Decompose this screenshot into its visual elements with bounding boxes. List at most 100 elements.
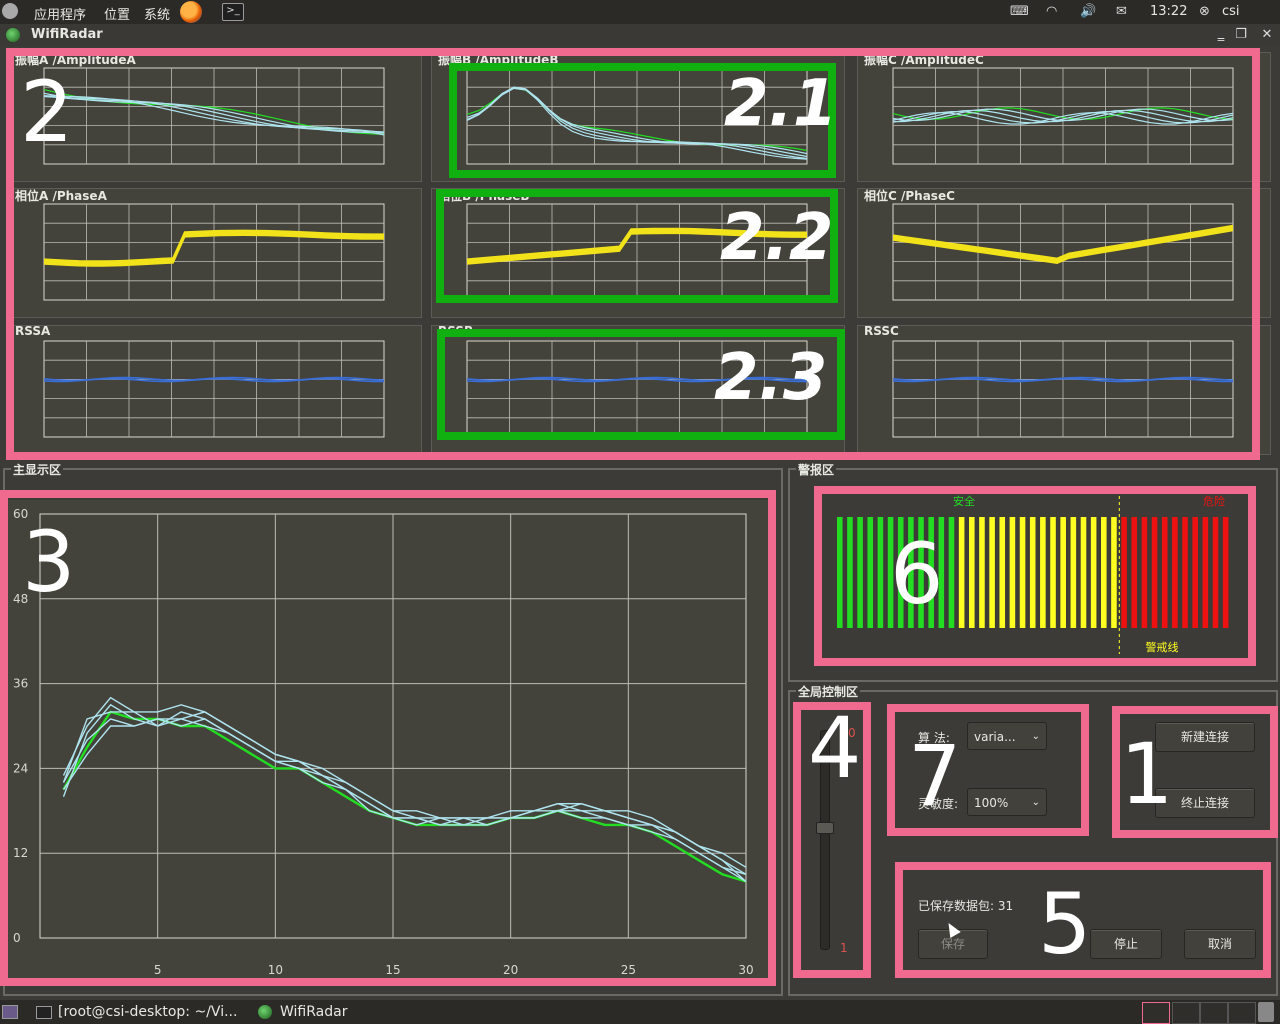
keyboard-icon[interactable]: ⌨: [1010, 4, 1029, 20]
mini-chart-panel: 相位B /PhaseB: [431, 188, 845, 318]
alarm-bar: [887, 517, 894, 628]
user-switch-icon[interactable]: ⊗: [1199, 4, 1210, 20]
alarm-bar: [1212, 517, 1219, 628]
alarm-bar: [1222, 517, 1229, 628]
restore-icon[interactable]: ❐: [1232, 26, 1250, 44]
safe-label: 安全: [953, 494, 975, 508]
main-display-title: 主显示区: [11, 461, 64, 478]
mini-chart-panel: 振幅C /AmplitudeC: [857, 52, 1271, 182]
cancel-button[interactable]: 取消: [1184, 929, 1256, 959]
y-tick-label: 60: [13, 507, 28, 521]
mini-chart-panel: 振幅A /AmplitudeA: [8, 52, 422, 182]
x-tick-label: 15: [385, 963, 400, 977]
mini-chart-plot: [466, 340, 808, 438]
chevron-down-icon: ⌄: [1031, 797, 1040, 808]
alarm-bar: [1101, 517, 1107, 628]
trash-icon[interactable]: [1258, 1002, 1274, 1022]
mini-chart-plot: [466, 67, 808, 165]
alarm-bar: [1141, 517, 1148, 628]
mini-chart-panel: RSSC: [857, 324, 1271, 455]
mini-chart-panel: 振幅B /AmplitudeB: [431, 52, 845, 182]
alarm-bar: [1040, 517, 1046, 628]
end-connection-button[interactable]: 终止连接: [1155, 788, 1255, 818]
clock[interactable]: 13:22: [1150, 4, 1187, 19]
new-connection-button[interactable]: 新建连接: [1155, 722, 1255, 752]
alarm-bar: [1080, 517, 1087, 628]
workspace-2-icon[interactable]: [1172, 1002, 1200, 1024]
taskbar-terminal[interactable]: [root@csi-desktop: ~/Vi...: [30, 1000, 244, 1024]
danger-label: 危险: [1203, 494, 1225, 508]
alarm-bar: [1090, 517, 1097, 628]
algorithm-select[interactable]: varia... ⌄: [967, 722, 1047, 750]
workspace-1-icon[interactable]: [1142, 1002, 1170, 1024]
alarm-bar: [999, 517, 1006, 628]
slider-bottom-label: 1: [840, 941, 848, 955]
y-tick-label: 36: [13, 677, 28, 691]
menu-applications[interactable]: 应用程序: [34, 4, 86, 23]
stop-button[interactable]: 停止: [1090, 929, 1162, 959]
alarm-bar: [877, 517, 884, 628]
sensitivity-select[interactable]: 100% ⌄: [967, 788, 1047, 816]
user-name[interactable]: csi: [1222, 4, 1240, 19]
plot-background: [5, 500, 775, 980]
alarm-bar: [1019, 517, 1026, 628]
terminal-icon[interactable]: >_: [222, 3, 244, 21]
alarm-bar: [1161, 517, 1168, 628]
alarm-bar: [1151, 517, 1158, 628]
mini-chart-plot: [892, 340, 1234, 438]
mail-icon[interactable]: ✉: [1116, 4, 1127, 20]
alarm-bar: [938, 517, 945, 628]
close-icon[interactable]: ✕: [1258, 26, 1276, 44]
volume-icon[interactable]: 🔊: [1080, 4, 1096, 20]
workspace-4-icon[interactable]: [1228, 1002, 1256, 1024]
wifi-icon[interactable]: ◠: [1046, 4, 1057, 20]
main-chart: 0 12 24 36 48 60 5 10 15 20 25 30: [5, 500, 775, 980]
wifiradar-app-icon: [258, 1005, 272, 1019]
alarm-bar: [918, 517, 924, 628]
alarm-bar: [867, 517, 874, 628]
slider-top-label: 0: [848, 726, 856, 740]
warning-line-label: 警戒线: [1146, 640, 1179, 654]
minimize-icon[interactable]: ‗: [1212, 26, 1230, 44]
alarm-bar: [989, 517, 995, 628]
alarm-bar: [948, 517, 955, 628]
alarm-bar: [1131, 517, 1138, 628]
x-tick-label: 10: [268, 963, 283, 977]
alarm-bar: [928, 517, 934, 628]
window-title: WifiRadar: [31, 27, 103, 42]
wifiradar-app-icon: [6, 28, 20, 42]
menu-system[interactable]: 系统: [144, 4, 170, 23]
sensitivity-slider-handle[interactable]: [816, 822, 834, 834]
alarm-bar: [1070, 517, 1077, 628]
alarm-bar: [1009, 517, 1016, 628]
sensitivity-slider-track[interactable]: [820, 730, 830, 950]
alarm-bar: [1111, 517, 1117, 628]
mini-chart-plot: [43, 203, 385, 301]
alarm-bar: [847, 517, 853, 628]
menu-places[interactable]: 位置: [104, 4, 130, 23]
y-tick-label: 48: [13, 592, 28, 606]
saved-packets-count: 已保存数据包: 31: [918, 899, 1014, 913]
firefox-icon[interactable]: [180, 1, 202, 23]
x-tick-label: 25: [621, 963, 636, 977]
algorithm-label: 算 法:: [918, 731, 950, 745]
y-tick-label: 24: [13, 761, 28, 775]
alarm-title: 警报区: [796, 461, 837, 478]
bottom-taskbar: [root@csi-desktop: ~/Vi... WifiRadar: [0, 1000, 1280, 1024]
system-top-panel: 应用程序 位置 系统 >_ ⌨ ◠ 🔊 ✉ 13:22 ⊗ csi: [0, 0, 1280, 24]
sensitivity-label: 灵敏度:: [918, 797, 959, 811]
x-tick-label: 20: [503, 963, 518, 977]
mini-chart-panel: RSSA: [8, 324, 422, 455]
taskbar-wifiradar[interactable]: WifiRadar: [252, 1000, 422, 1024]
workspace-3-icon[interactable]: [1200, 1002, 1228, 1024]
alarm-bar: [1029, 517, 1036, 628]
y-tick-label: 0: [13, 931, 21, 945]
ubuntu-logo-icon[interactable]: [2, 3, 18, 19]
alarm-bar: [979, 517, 985, 628]
alarm-bar: [1060, 517, 1066, 628]
mini-chart-plot: [892, 67, 1234, 165]
window-titlebar: WifiRadar ‗ ❐ ✕: [0, 24, 1280, 46]
chevron-down-icon: ⌄: [1031, 731, 1040, 742]
show-desktop-icon[interactable]: [2, 1005, 18, 1019]
alarm-bar: [969, 517, 975, 628]
